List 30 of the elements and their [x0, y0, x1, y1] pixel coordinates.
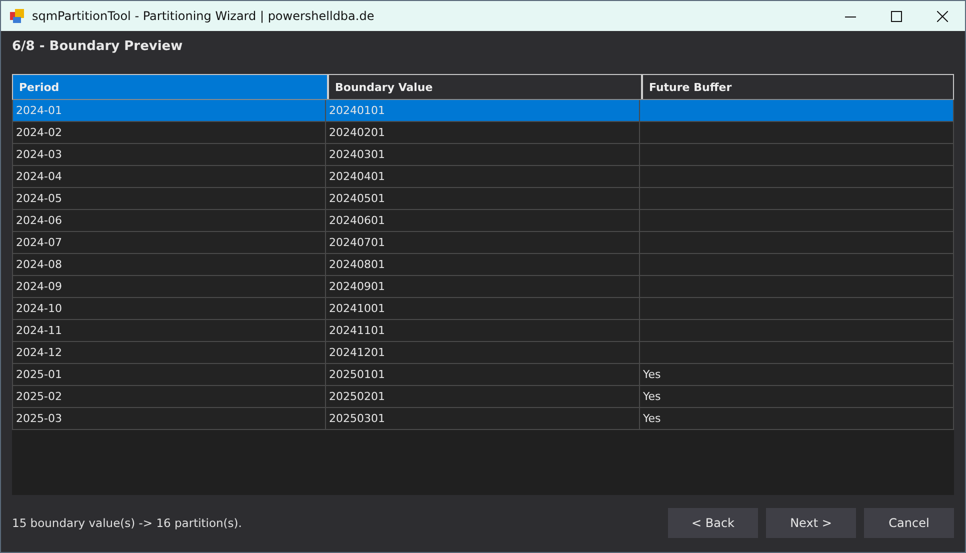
table-row[interactable]: 2024-01 20240101 [12, 100, 954, 122]
table-cell: 2025-03 [12, 408, 326, 430]
status-text: 15 boundary value(s) -> 16 partition(s). [12, 516, 243, 530]
table-row[interactable]: 2025-03 20250301 Yes [12, 408, 954, 430]
table-row[interactable]: 2024-11 20241101 [12, 320, 954, 342]
app-icon [10, 9, 24, 23]
table-row[interactable]: 2024-03 20240301 [12, 144, 954, 166]
maximize-icon [890, 10, 902, 22]
table-row[interactable]: 2024-07 20240701 [12, 232, 954, 254]
table-row[interactable]: 2024-12 20241201 [12, 342, 954, 364]
table-row[interactable]: 2024-04 20240401 [12, 166, 954, 188]
table-row[interactable]: 2024-09 20240901 [12, 276, 954, 298]
window-title: sqmPartitionTool - Partitioning Wizard | powershelldba.de [32, 9, 376, 23]
column-header[interactable]: Future Buffer [641, 75, 953, 99]
table-row[interactable]: 2025-02 20250201 Yes [12, 386, 954, 408]
table-row[interactable]: 2025-01 20250101 Yes [12, 364, 954, 386]
column-header[interactable]: Boundary Value [327, 75, 641, 99]
table-cell: 20250301 [326, 408, 640, 430]
wizard-button[interactable]: Next > [766, 508, 856, 538]
table-row[interactable]: 2024-10 20241001 [12, 298, 954, 320]
table-row[interactable]: 2024-02 20240201 [12, 122, 954, 144]
table-row[interactable]: 2024-05 20240501 [12, 188, 954, 210]
table-row[interactable]: 2024-08 20240801 [12, 254, 954, 276]
wizard-button[interactable]: < Back [668, 508, 758, 538]
table-cell: Yes [640, 408, 954, 430]
column-header[interactable]: Period [13, 75, 327, 99]
step-title: 6/8 - Boundary Preview [12, 38, 184, 56]
table-row[interactable]: 2024-06 20240601 [12, 210, 954, 232]
close-icon [936, 10, 948, 22]
wizard-button[interactable]: Cancel [864, 508, 954, 538]
